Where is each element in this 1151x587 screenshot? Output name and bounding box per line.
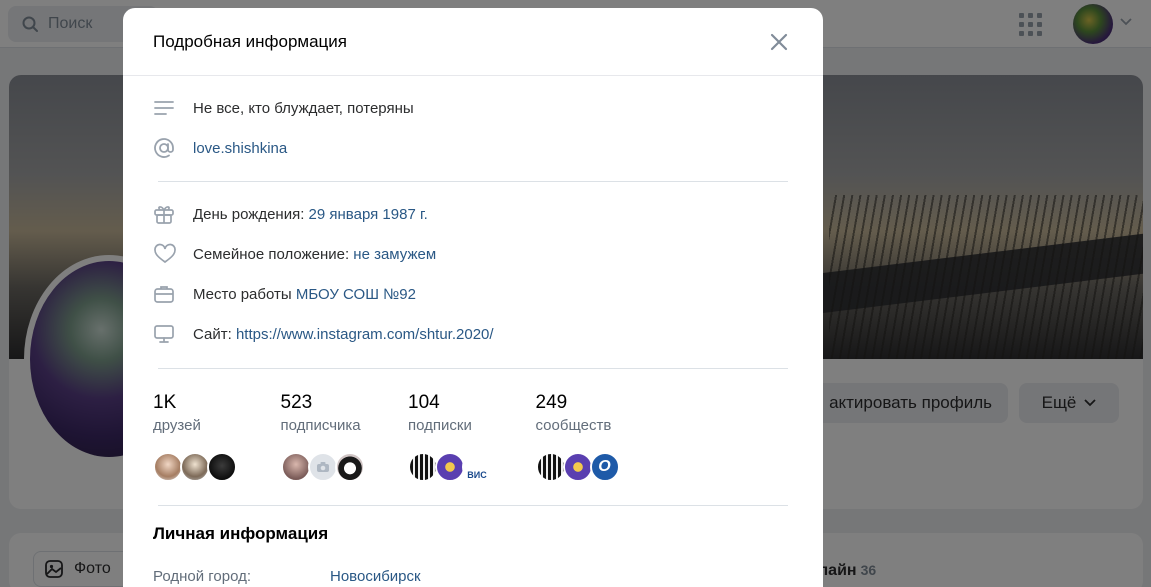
communities-counter[interactable]: 249 сообществ О xyxy=(535,391,664,482)
counter-number: 104 xyxy=(408,392,440,413)
details-modal: Подробная информация Не все, кто блуждае… xyxy=(123,8,823,587)
status-row: Не все, кто блуждает, потеряны xyxy=(153,88,788,128)
avatar[interactable] xyxy=(207,452,237,482)
nickname-link[interactable]: love.shishkina xyxy=(193,140,287,157)
avatar[interactable] xyxy=(334,452,365,482)
family-value[interactable]: не замужем xyxy=(353,246,436,263)
hometown-row: Родной город: Новосибирск xyxy=(123,568,823,585)
counter-number: 523 xyxy=(280,392,313,413)
friend-avatars xyxy=(153,452,281,482)
community-logo-text: О xyxy=(598,458,611,475)
counter-label: друзей xyxy=(153,417,201,434)
heart-icon xyxy=(154,243,176,264)
at-sign-icon xyxy=(154,138,174,158)
subscriptions-counter[interactable]: 104 подписки ВИС xyxy=(408,391,536,482)
subscription-avatars: ВИС xyxy=(408,452,536,482)
avatar[interactable] xyxy=(535,452,566,482)
modal-header: Подробная информация xyxy=(123,8,823,76)
modal-title: Подробная информация xyxy=(153,31,347,51)
nickname-row: love.shishkina xyxy=(153,128,788,168)
community-avatars: О xyxy=(535,452,664,482)
work-label: Место работы xyxy=(193,285,292,303)
counter-label: сообществ xyxy=(535,417,612,434)
counter-number: 249 xyxy=(535,392,568,413)
avatar[interactable] xyxy=(180,452,210,482)
family-row: Семейное положение: не замужем xyxy=(153,234,788,274)
friends-counter[interactable]: 1K друзей xyxy=(153,391,281,482)
briefcase-icon xyxy=(154,286,174,303)
counter-label: подписчика xyxy=(280,417,361,434)
site-link[interactable]: https://www.instagram.com/shtur.2020/ xyxy=(236,326,494,343)
status-section: Не все, кто блуждает, потеряны love.shis… xyxy=(123,88,823,168)
camera-placeholder-icon[interactable] xyxy=(307,452,338,482)
status-text: Не все, кто блуждает, потеряны xyxy=(193,99,414,117)
site-label: Сайт: xyxy=(193,325,232,343)
avatar[interactable] xyxy=(280,452,311,482)
family-label: Семейное положение: xyxy=(193,245,350,263)
brand-logo-text: ВИС xyxy=(467,470,487,480)
birthday-label: День рождения: xyxy=(193,205,305,223)
counter-number: 1K xyxy=(153,392,177,413)
followers-counter[interactable]: 523 подписчика xyxy=(280,391,409,482)
gift-icon xyxy=(154,206,174,224)
hometown-value[interactable]: Новосибирск xyxy=(330,568,421,585)
community-logo[interactable]: О xyxy=(589,452,620,482)
follower-avatars xyxy=(280,452,409,482)
personal-info-title: Личная информация xyxy=(153,524,329,543)
divider xyxy=(158,181,788,182)
birthday-value[interactable]: 29 января 1987 г. xyxy=(309,206,428,223)
details-section: День рождения: 29 января 1987 г. Семейно… xyxy=(123,194,823,354)
work-value[interactable]: МБОУ СОШ №92 xyxy=(296,286,416,303)
divider xyxy=(158,505,788,506)
avatar[interactable] xyxy=(408,452,438,482)
avatar[interactable] xyxy=(435,452,465,482)
hometown-label: Родной город: xyxy=(153,568,252,585)
brand-logo[interactable]: ВИС xyxy=(462,452,492,482)
site-row: Сайт: https://www.instagram.com/shtur.20… xyxy=(153,314,788,354)
counter-label: подписки xyxy=(408,417,472,434)
monitor-icon xyxy=(154,325,174,343)
avatar[interactable] xyxy=(562,452,593,482)
birthday-row: День рождения: 29 января 1987 г. xyxy=(153,194,788,234)
counters: 1K друзей 523 подписчика 104 подписки ВИ… xyxy=(123,391,823,482)
text-lines-icon xyxy=(154,101,174,115)
work-row: Место работы МБОУ СОШ №92 xyxy=(153,274,788,314)
close-icon[interactable] xyxy=(767,30,791,54)
divider xyxy=(158,368,788,369)
avatar[interactable] xyxy=(153,452,183,482)
